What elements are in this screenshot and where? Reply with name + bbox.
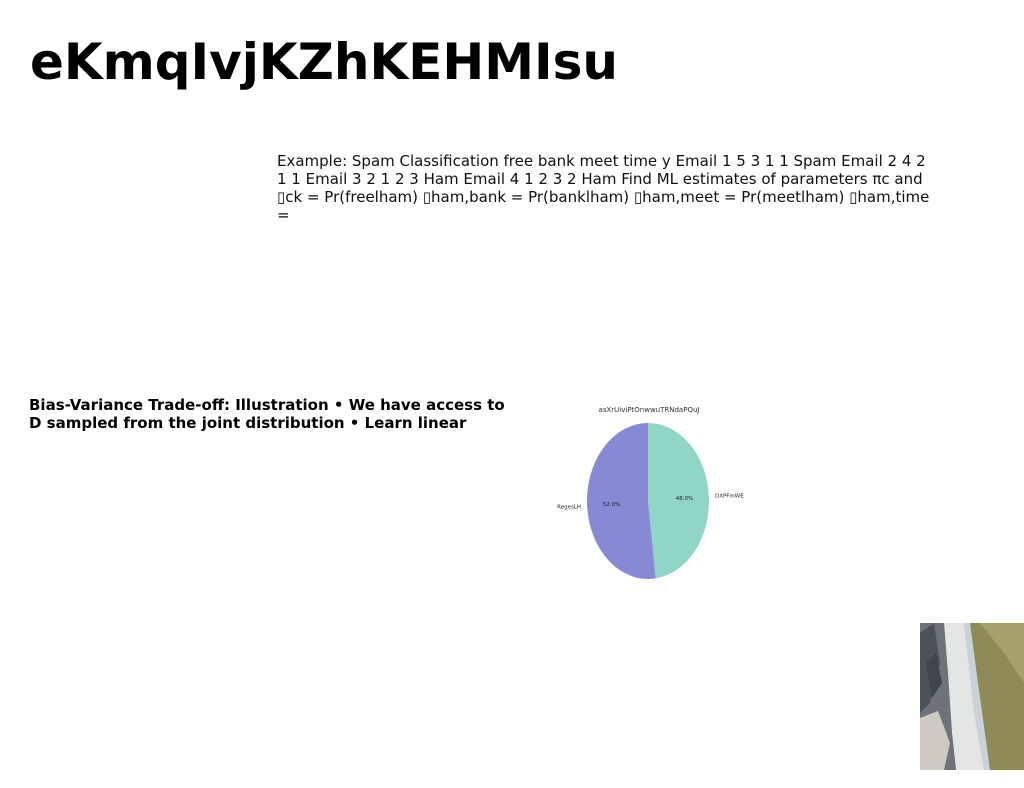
pie-category-label: DXPFmWE [715,494,744,500]
pie-percent-label: 48.0% [676,496,693,502]
pie-chart: asXrUiviPtOnwwuTRNdaPQuJ 48.0% DXPFmWE 52.… [540,395,760,590]
slide-page: eKmqIvjKZhKEHMIsu Example: Spam Classifi… [0,0,1024,788]
pie-chart-svg: asXrUiviPtOnwwuTRNdaPQuJ 48.0% DXPFmWE 52.… [557,406,744,579]
coastal-photo-image [920,623,1024,770]
pie-category-label: RegesLH [557,504,581,510]
chart-title: asXrUiviPtOnwwuTRNdaPQuJ [599,406,700,414]
page-title: eKmqIvjKZhKEHMIsu [30,33,618,91]
coastal-photo [920,623,1024,770]
pie-slice-RegesLH [587,423,656,579]
side-note: Bias-Variance Trade-off: Illustration • … [29,396,505,432]
body-text: Example: Spam Classification free bank m… [277,152,930,224]
pie-percent-label: 52.0% [603,502,620,508]
